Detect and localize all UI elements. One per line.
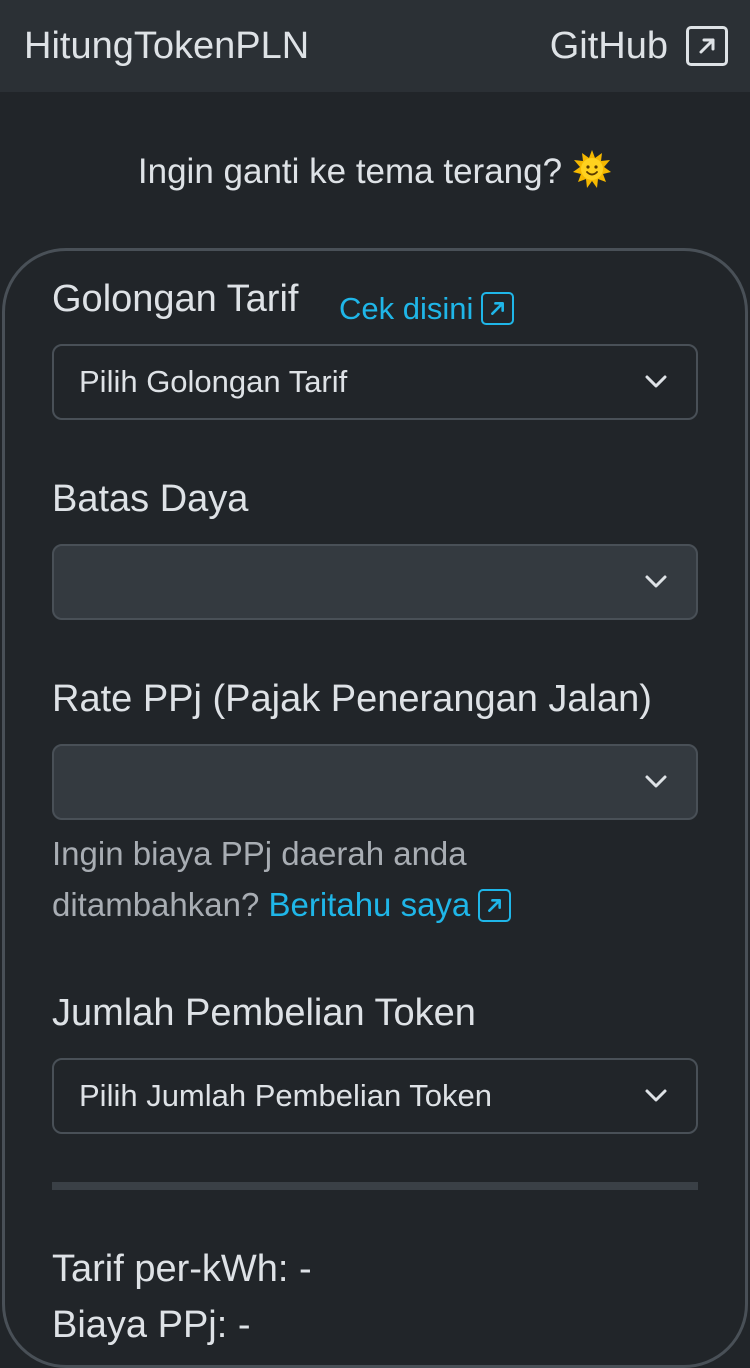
- beritahu-saya-text: Beritahu saya: [268, 886, 471, 923]
- golongan-tarif-label: Golongan Tarif: [52, 278, 299, 320]
- chevron-down-icon: [645, 575, 667, 588]
- navbar: HitungTokenPLN GitHub: [0, 0, 750, 92]
- jumlah-pembelian-label: Jumlah Pembelian Token: [52, 992, 476, 1034]
- theme-toggle[interactable]: Ingin ganti ke tema terang?: [0, 146, 750, 198]
- rate-ppj-label: Rate PPj (Pajak Penerangan Jalan): [52, 678, 652, 720]
- theme-toggle-text: Ingin ganti ke tema terang?: [137, 152, 563, 191]
- external-link-icon: [686, 26, 728, 66]
- chevron-down-icon: [645, 375, 667, 388]
- chevron-down-icon: [645, 1089, 667, 1102]
- sun-icon: [572, 149, 612, 189]
- divider: [52, 1182, 698, 1190]
- jumlah-pembelian-value: Pilih Jumlah Pembelian Token: [79, 1078, 492, 1113]
- github-link[interactable]: GitHub: [550, 24, 728, 68]
- github-label: GitHub: [549, 25, 668, 67]
- golongan-tarif-value: Pilih Golongan Tarif: [79, 364, 348, 399]
- external-link-icon: [478, 889, 512, 922]
- jumlah-pembelian-select[interactable]: Pilih Jumlah Pembelian Token: [52, 1058, 698, 1134]
- cek-disini-text: Cek disini: [339, 291, 474, 326]
- ppj-help-text: Ingin biaya PPj daerah anda ditambahkan?…: [52, 828, 672, 930]
- tarif-per-kwh-result: Tarif per-kWh: -: [52, 1248, 312, 1290]
- batas-daya-select[interactable]: [52, 544, 698, 620]
- brand-link[interactable]: HitungTokenPLN: [24, 24, 309, 68]
- batas-daya-label: Batas Daya: [52, 478, 249, 520]
- rate-ppj-select[interactable]: [52, 744, 698, 820]
- biaya-ppj-result: Biaya PPj: -: [52, 1304, 251, 1346]
- cek-disini-link[interactable]: Cek disini: [339, 288, 515, 330]
- chevron-down-icon: [645, 775, 667, 788]
- beritahu-saya-link[interactable]: Beritahu saya: [269, 886, 512, 923]
- golongan-tarif-select[interactable]: Pilih Golongan Tarif: [52, 344, 698, 420]
- external-link-icon: [481, 292, 515, 325]
